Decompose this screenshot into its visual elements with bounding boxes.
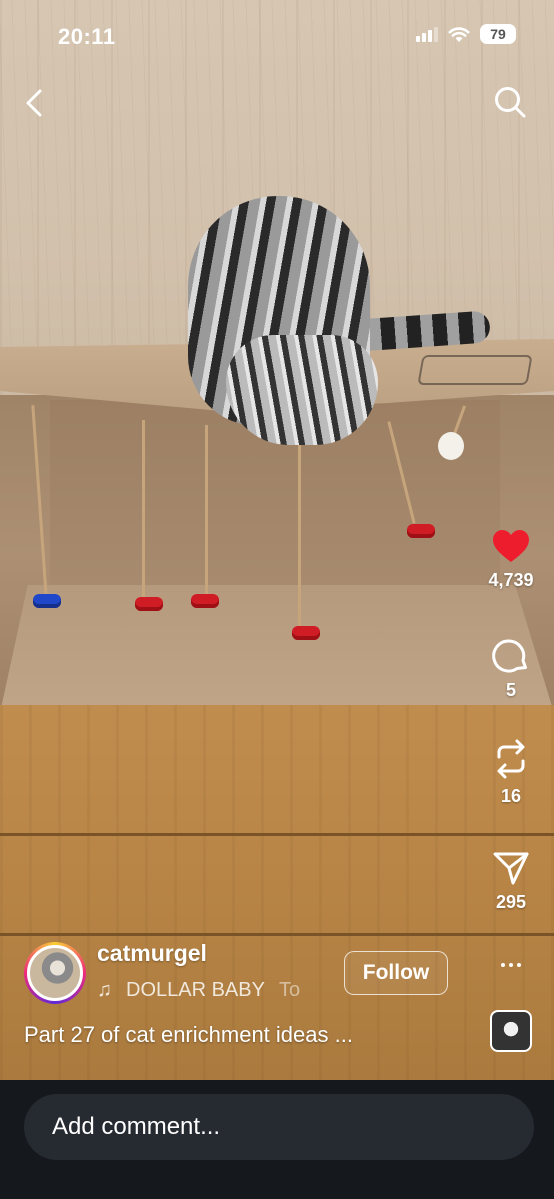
like-action[interactable]: 4,739 (474, 528, 548, 591)
author-avatar[interactable] (24, 942, 86, 1004)
pompom-toy (438, 432, 464, 460)
bottle-cap-toy (407, 524, 435, 538)
paper-plane-icon[interactable] (492, 850, 530, 886)
comment-bubble-icon[interactable] (492, 636, 530, 674)
like-count: 4,739 (488, 570, 534, 590)
author-username[interactable]: catmurgel (97, 940, 207, 967)
back-button[interactable] (18, 86, 50, 120)
music-note-icon: ♫ (97, 978, 112, 1001)
cat-head (226, 335, 378, 445)
audio-thumbnail[interactable] (490, 1010, 532, 1052)
repost-icon[interactable] (492, 738, 530, 780)
comment-count: 5 (505, 680, 516, 700)
bottle-cap-toy (135, 597, 163, 611)
box-print-label (417, 355, 533, 385)
box-floor-panel (0, 585, 554, 713)
repost-count: 16 (500, 786, 522, 806)
bottle-cap-toy (33, 594, 61, 608)
chevron-left-icon (26, 89, 42, 117)
audio-title: DOLLAR BABY (126, 978, 265, 1001)
search-button[interactable] (490, 82, 530, 122)
cellular-signal-icon (416, 26, 438, 42)
reel-video[interactable] (0, 0, 554, 1080)
post-caption[interactable]: Part 27 of cat enrichment ideas ... (24, 1022, 444, 1048)
avatar-image (27, 945, 83, 1001)
wifi-icon (448, 26, 470, 42)
ellipsis-icon (501, 963, 521, 967)
heart-icon[interactable] (491, 528, 531, 564)
follow-button[interactable]: Follow (344, 951, 448, 995)
battery-indicator: 79 (480, 24, 516, 44)
bottle-cap-toy (292, 626, 320, 640)
comment-bar: Add comment... (0, 1080, 554, 1199)
comment-input[interactable]: Add comment... (24, 1094, 534, 1160)
status-icons: 79 (416, 24, 516, 44)
status-time: 20:11 (58, 24, 116, 49)
bottle-cap-toy (191, 594, 219, 608)
jute-string (205, 425, 208, 595)
share-count: 295 (495, 892, 527, 912)
comment-action[interactable]: 5 (474, 636, 548, 701)
repost-action[interactable]: 16 (474, 738, 548, 807)
jute-string (142, 420, 145, 598)
audio-track[interactable]: ♫ DOLLAR BABY To (97, 977, 327, 1003)
audio-next-title: To (278, 978, 301, 1001)
search-icon (495, 87, 526, 118)
share-action[interactable]: 295 (474, 850, 548, 913)
jute-string (298, 440, 301, 630)
more-options-button[interactable] (494, 952, 528, 978)
